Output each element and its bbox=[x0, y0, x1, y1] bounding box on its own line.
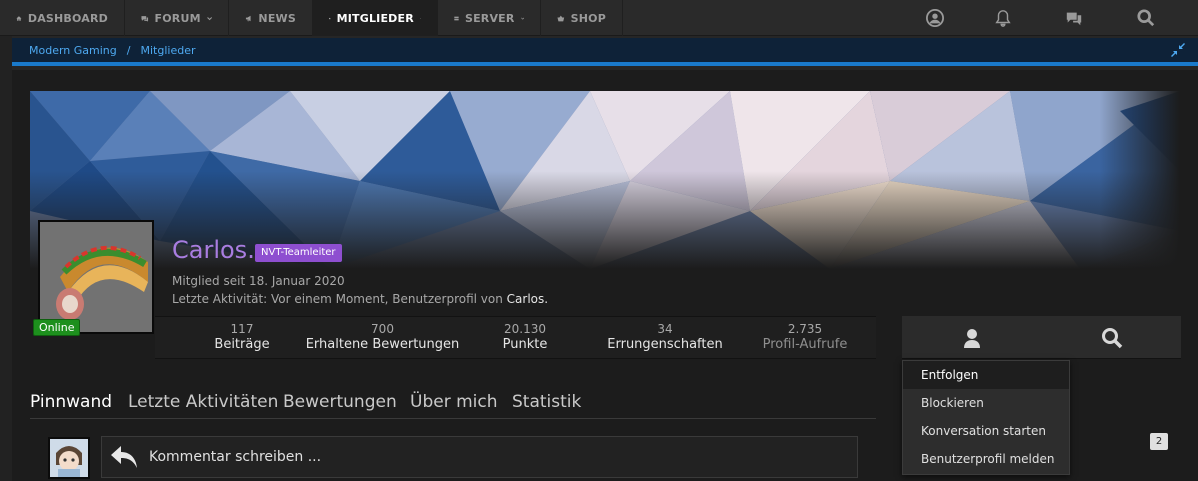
breadcrumb-item-members[interactable]: Mitglieder bbox=[140, 44, 195, 57]
chevron-down-icon bbox=[520, 17, 524, 20]
reply-icon bbox=[111, 446, 137, 468]
user-circle-icon bbox=[925, 9, 944, 27]
notifications-button[interactable] bbox=[975, 0, 1030, 36]
basket-icon bbox=[557, 15, 565, 21]
server-icon bbox=[454, 16, 459, 20]
nav-label: Shop bbox=[570, 11, 606, 25]
user-actions-dropdown: Entfolgen Blockieren Konversation starte… bbox=[902, 360, 1070, 475]
breadcrumb: Modern Gaming / Mitglieder bbox=[12, 38, 1198, 66]
stat-value: 34 bbox=[657, 322, 673, 336]
search-icon bbox=[1101, 327, 1122, 348]
user-menu-button[interactable] bbox=[907, 0, 962, 36]
stat-label: Errungenschaften bbox=[607, 337, 723, 352]
nav-label: Dashboard bbox=[27, 11, 108, 25]
comments-icon bbox=[141, 15, 149, 22]
last-activity-text: Letzte Aktivität: Vor einem Moment, Benu… bbox=[172, 292, 503, 306]
user-actions-button[interactable] bbox=[902, 316, 1041, 359]
nav-item-mitglieder[interactable]: Mitglieder bbox=[313, 0, 438, 36]
nav-label: Mitglieder bbox=[336, 11, 414, 25]
search-icon bbox=[1136, 9, 1154, 27]
search-button[interactable] bbox=[1118, 0, 1173, 36]
tab-about[interactable]: Über mich bbox=[410, 392, 498, 412]
last-activity: Letzte Aktivität: Vor einem Moment, Benu… bbox=[172, 292, 548, 306]
conversations-button[interactable] bbox=[1046, 0, 1101, 36]
search-content-button[interactable] bbox=[1042, 316, 1181, 359]
chat-icon bbox=[1066, 12, 1081, 26]
bell-icon bbox=[994, 10, 1011, 27]
stat-profile-views: 2.735 Profil-Aufrufe bbox=[750, 317, 860, 360]
breadcrumb-item-home[interactable]: Modern Gaming bbox=[29, 44, 117, 57]
comment-input[interactable]: Kommentar schreiben ... bbox=[101, 436, 858, 478]
tab-pinnwand[interactable]: Pinnwand bbox=[30, 392, 112, 412]
stat-label: Profil-Aufrufe bbox=[762, 337, 848, 352]
avatar[interactable] bbox=[38, 220, 154, 334]
stat-points[interactable]: 20.130 Punkte bbox=[480, 317, 570, 360]
stat-value: 117 bbox=[230, 322, 254, 336]
tab-statistics[interactable]: Statistik bbox=[512, 392, 581, 412]
rank-badge: NVT-Teamleiter bbox=[255, 244, 342, 262]
online-status-badge: Online bbox=[33, 319, 81, 336]
count-badge: 2 bbox=[1150, 433, 1168, 450]
stat-value: 20.130 bbox=[504, 322, 546, 336]
chevron-down-icon bbox=[419, 17, 421, 19]
compress-icon[interactable] bbox=[1170, 42, 1186, 58]
nav-item-server[interactable]: Server bbox=[438, 0, 541, 36]
users-icon bbox=[329, 17, 331, 19]
profile-username: Carlos. bbox=[172, 236, 255, 264]
page-gutter bbox=[0, 36, 12, 481]
nav-item-forum[interactable]: Forum bbox=[125, 0, 229, 36]
nav-label: News bbox=[258, 11, 296, 25]
nav-item-news[interactable]: News bbox=[229, 0, 313, 36]
profile-action-bar bbox=[902, 316, 1181, 359]
stat-reactions[interactable]: 700 Erhaltene Bewertungen bbox=[305, 317, 460, 360]
tab-recent-activity[interactable]: Letzte Aktivitäten bbox=[128, 392, 278, 412]
nav-label: Forum bbox=[154, 11, 201, 25]
profile-tabs: Pinnwand Letzte Aktivitäten Bewertungen … bbox=[30, 390, 876, 419]
last-activity-user-link[interactable]: Carlos. bbox=[507, 292, 548, 306]
stat-posts[interactable]: 117 Beiträge bbox=[197, 317, 287, 360]
stat-achievements[interactable]: 34 Errungenschaften bbox=[595, 317, 735, 360]
top-navigation: Dashboard Forum News Mitglieder Server S… bbox=[0, 0, 1198, 36]
breadcrumb-separator: / bbox=[126, 43, 131, 57]
stat-value: 700 bbox=[371, 322, 394, 336]
home-icon bbox=[16, 15, 22, 21]
block-menu-item[interactable]: Blockieren bbox=[903, 389, 1069, 417]
user-icon bbox=[963, 328, 980, 348]
profile-stats: 117 Beiträge 700 Erhaltene Bewertungen 2… bbox=[155, 316, 876, 359]
nav-item-dashboard[interactable]: Dashboard bbox=[0, 0, 125, 36]
member-since: Mitglied seit 18. Januar 2020 bbox=[172, 274, 345, 288]
stat-value: 2.735 bbox=[787, 322, 823, 336]
chevron-down-icon bbox=[206, 16, 212, 20]
tab-reactions[interactable]: Bewertungen bbox=[283, 392, 397, 412]
stat-label: Erhaltene Bewertungen bbox=[305, 337, 460, 352]
nav-item-shop[interactable]: Shop bbox=[541, 0, 623, 36]
unfollow-menu-item[interactable]: Entfolgen bbox=[903, 361, 1069, 389]
megaphone-icon bbox=[245, 15, 251, 21]
start-conversation-menu-item[interactable]: Konversation starten bbox=[903, 417, 1069, 445]
current-user-avatar bbox=[48, 437, 90, 479]
report-profile-menu-item[interactable]: Benutzerprofil melden bbox=[903, 445, 1069, 473]
stat-label: Beiträge bbox=[214, 337, 270, 352]
nav-label: Server bbox=[464, 11, 515, 25]
stat-label: Punkte bbox=[502, 337, 548, 352]
comment-placeholder: Kommentar schreiben ... bbox=[149, 449, 322, 465]
